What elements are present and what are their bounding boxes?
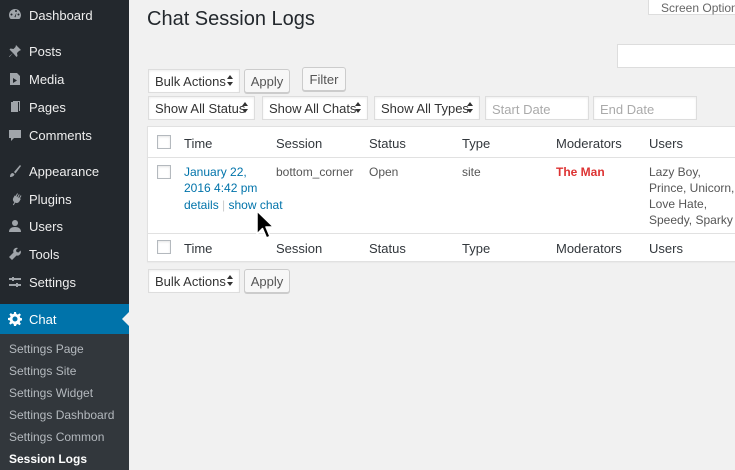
column-footer-status[interactable]: Status — [369, 241, 406, 256]
select-all-checkbox[interactable] — [157, 135, 171, 149]
select-all-checkbox-footer[interactable] — [157, 240, 171, 254]
sidebar-item-chat[interactable]: Chat — [0, 304, 129, 334]
comment-icon — [8, 128, 22, 142]
mouse-cursor-icon — [256, 210, 275, 239]
dashboard-icon — [8, 8, 22, 22]
table-header-row: Time Session Status Type Moderators User… — [148, 127, 735, 158]
row-session: bottom_corner — [276, 165, 354, 179]
submenu-item-settings-widget[interactable]: Settings Widget — [9, 386, 93, 400]
sidebar-item-label: Media — [29, 71, 65, 87]
select-arrows-icon — [467, 102, 474, 115]
sidebar-item-settings[interactable]: Settings — [0, 268, 129, 296]
sidebar-item-plugins[interactable]: Plugins — [0, 185, 129, 213]
sidebar-item-label: Users — [29, 218, 63, 234]
row-users-line: Speedy, Sparky — [649, 213, 733, 227]
sidebar-item-label: Chat — [29, 311, 57, 327]
search-input[interactable] — [617, 44, 735, 68]
chat-submenu: Settings Page Settings Site Settings Wid… — [0, 334, 129, 470]
pages-icon — [8, 100, 22, 114]
column-footer-type[interactable]: Type — [462, 241, 490, 256]
column-footer-time[interactable]: Time — [184, 241, 212, 256]
column-header-type[interactable]: Type — [462, 136, 490, 151]
row-users-line: Love Hate, — [649, 197, 708, 211]
types-filter-select[interactable]: Show All Types — [374, 96, 480, 120]
column-header-time[interactable]: Time — [184, 136, 212, 151]
active-indicator — [122, 312, 129, 326]
user-icon — [8, 219, 22, 233]
sidebar-item-users[interactable]: Users — [0, 212, 129, 240]
column-footer-moderators[interactable]: Moderators — [556, 241, 622, 256]
select-arrows-icon — [242, 102, 249, 115]
session-logs-table: Time Session Status Type Moderators User… — [147, 126, 735, 262]
sidebar-item-comments[interactable]: Comments — [0, 121, 129, 149]
settings-icon — [8, 275, 22, 289]
submenu-item-settings-common[interactable]: Settings Common — [9, 430, 104, 444]
types-filter-label: Show All Types — [381, 100, 469, 116]
bulk-actions-label: Bulk Actions — [155, 273, 226, 289]
screen-options-button[interactable]: Screen Options — [648, 0, 735, 15]
bulk-actions-label: Bulk Actions — [155, 73, 226, 89]
sidebar-item-label: Dashboard — [29, 7, 93, 23]
sidebar-item-label: Appearance — [29, 163, 100, 179]
plug-icon — [8, 192, 22, 206]
filter-button[interactable]: Filter — [302, 67, 346, 91]
admin-sidebar: Dashboard Posts Media Pages Comments App… — [0, 0, 129, 470]
sidebar-item-appearance[interactable]: Appearance — [0, 157, 129, 185]
table-footer-row: Time Session Status Type Moderators User… — [148, 233, 735, 262]
status-filter-select[interactable]: Show All Status — [148, 96, 255, 120]
column-footer-session[interactable]: Session — [276, 241, 322, 256]
pin-icon — [8, 44, 22, 58]
apply-button[interactable]: Apply — [244, 69, 290, 93]
media-icon — [8, 72, 22, 86]
row-checkbox[interactable] — [157, 165, 171, 179]
submenu-item-session-logs[interactable]: Session Logs — [9, 452, 87, 466]
row-moderators[interactable]: The Man — [556, 164, 605, 180]
row-action-separator: | — [222, 198, 226, 212]
row-users-line: Prince, Unicorn, — [649, 181, 735, 195]
submenu-item-settings-site[interactable]: Settings Site — [9, 364, 76, 378]
sidebar-item-label: Plugins — [29, 191, 72, 207]
sidebar-item-label: Comments — [29, 127, 92, 143]
submenu-item-settings-dashboard[interactable]: Settings Dashboard — [9, 408, 114, 422]
column-header-status[interactable]: Status — [369, 136, 406, 151]
column-header-session[interactable]: Session — [276, 136, 322, 151]
sidebar-item-tools[interactable]: Tools — [0, 240, 129, 268]
sidebar-item-label: Posts — [29, 43, 62, 59]
column-header-users[interactable]: Users — [649, 136, 683, 151]
row-time-date: January 22, — [184, 165, 247, 179]
sidebar-item-pages[interactable]: Pages — [0, 93, 129, 121]
chats-filter-select[interactable]: Show All Chats — [262, 96, 368, 120]
bulk-actions-select-bottom[interactable]: Bulk Actions — [148, 269, 240, 293]
row-type: site — [462, 165, 481, 179]
sidebar-item-label: Settings — [29, 274, 76, 290]
row-users-line: Lazy Boy, — [649, 165, 701, 179]
column-header-moderators[interactable]: Moderators — [556, 136, 622, 151]
sidebar-item-dashboard[interactable]: Dashboard — [0, 1, 129, 29]
row-time-link[interactable]: January 22, 2016 4:42 pm — [184, 164, 257, 196]
sidebar-item-posts[interactable]: Posts — [0, 37, 129, 65]
start-date-input[interactable] — [485, 96, 589, 120]
sidebar-item-label: Pages — [29, 99, 66, 115]
select-arrows-icon — [355, 102, 362, 115]
select-arrows-icon — [227, 75, 234, 88]
end-date-input[interactable] — [593, 96, 697, 120]
select-arrows-icon — [227, 275, 234, 288]
row-time-clock: 2016 4:42 pm — [184, 181, 258, 195]
apply-button-bottom[interactable]: Apply — [244, 269, 290, 293]
gear-icon — [8, 312, 22, 326]
chats-filter-label: Show All Chats — [269, 100, 357, 116]
details-link[interactable]: details — [184, 198, 219, 212]
brush-icon — [8, 164, 22, 178]
sidebar-item-media[interactable]: Media — [0, 65, 129, 93]
row-status: Open — [369, 165, 399, 179]
page-title: Chat Session Logs — [147, 8, 315, 30]
wrench-icon — [8, 247, 22, 261]
status-filter-label: Show All Status — [155, 100, 246, 116]
row-users: Lazy Boy, Prince, Unicorn, Love Hate, Sp… — [649, 164, 734, 228]
submenu-item-settings-page[interactable]: Settings Page — [9, 342, 84, 356]
sidebar-item-label: Tools — [29, 246, 60, 262]
bulk-actions-select[interactable]: Bulk Actions — [148, 69, 240, 93]
column-footer-users[interactable]: Users — [649, 241, 683, 256]
